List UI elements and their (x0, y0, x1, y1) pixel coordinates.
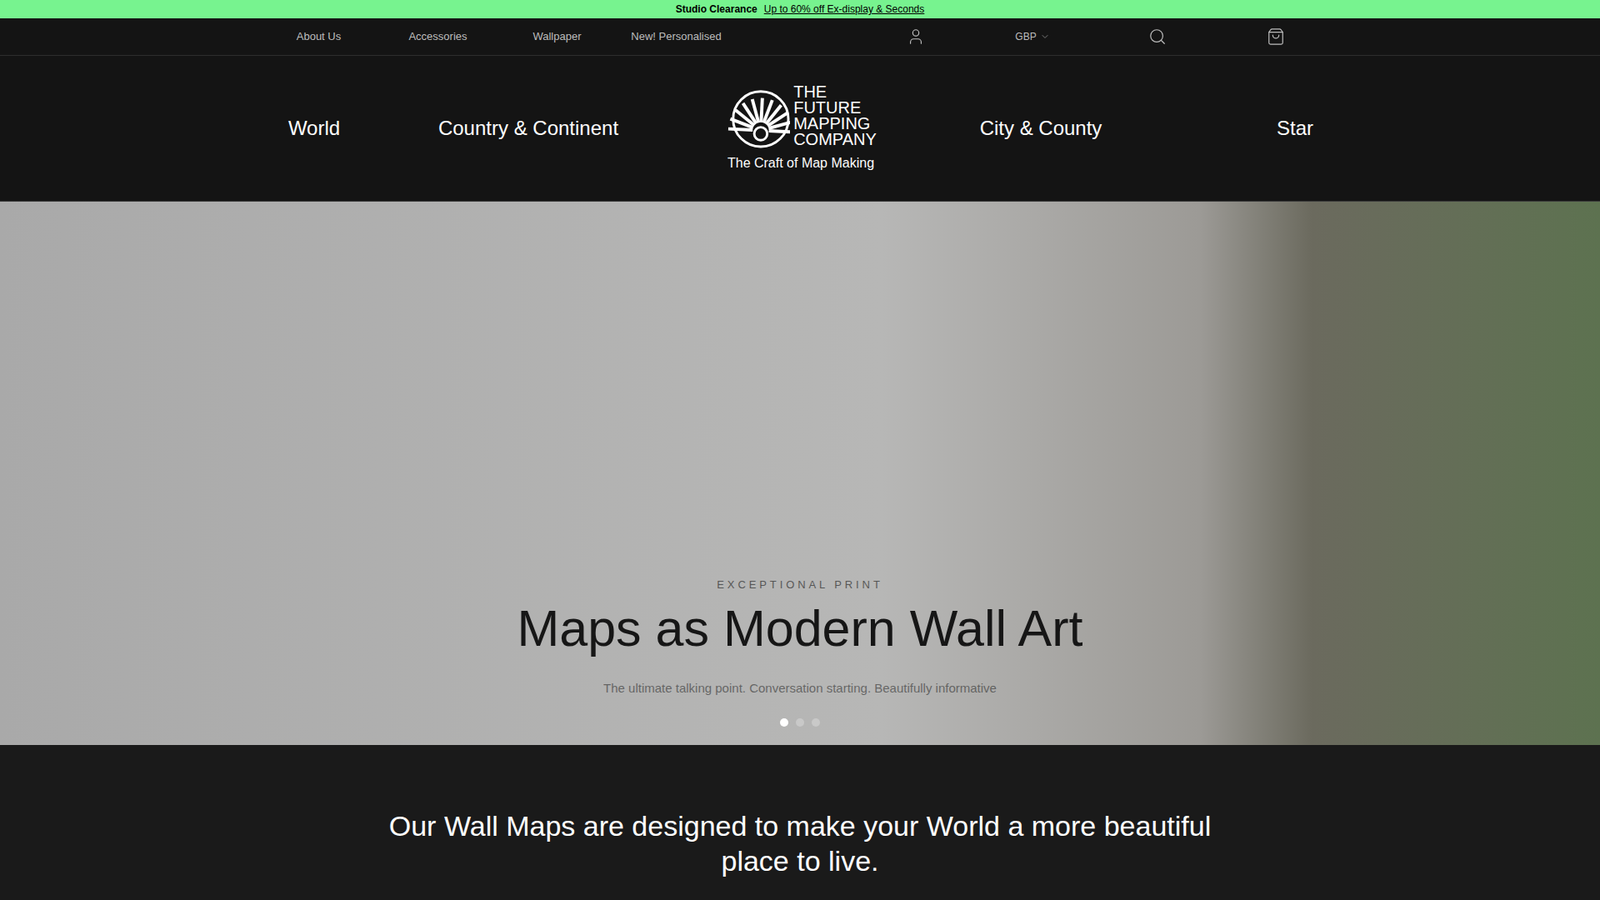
intro-section: Our Wall Maps are designed to make your … (0, 745, 1600, 900)
slider-dot[interactable] (811, 718, 820, 727)
logo-text: THE (793, 84, 877, 100)
main-nav-link[interactable]: Star (1158, 113, 1432, 144)
logo-text: MAPPING (793, 115, 877, 132)
logo-text: COMPANY (793, 131, 877, 148)
main-header: WorldCountry & ContinentTHEFUTUREMAPPING… (0, 55, 1600, 202)
main-nav-link[interactable]: Country & Continent (378, 113, 679, 144)
cart-icon[interactable] (1266, 27, 1285, 46)
utility-nav: About UsAccessoriesWallpaperNew! Persona… (0, 18, 1600, 56)
hero-slider: EXCEPTIONAL PRINT Maps as Modern Wall Art… (0, 201, 1600, 745)
promo-link[interactable]: Up to 60% off Ex-display & Seconds (764, 1, 925, 17)
hero-subtitle: The ultimate talking point. Conversation… (603, 680, 997, 697)
utility-link[interactable]: Accessories (378, 28, 498, 45)
utility-link[interactable]: About Us (259, 28, 379, 45)
slider-dot[interactable] (780, 718, 789, 727)
slider-dots (0, 718, 1600, 727)
chevron-down-icon (1040, 31, 1050, 42)
main-nav-link[interactable]: City & County (923, 113, 1159, 144)
hero-eyebrow: EXCEPTIONAL PRINT (716, 578, 883, 592)
page: Studio Clearance Up to 60% off Ex-display… (0, 0, 1600, 900)
logo[interactable]: THEFUTUREMAPPINGCOMPANY The Craft of Map … (678, 83, 924, 174)
main-nav-link[interactable]: World (250, 113, 379, 144)
intro-text: Our Wall Maps are designed to make your … (366, 808, 1234, 879)
account-icon[interactable] (906, 27, 925, 46)
logo-sunburst-icon (725, 83, 790, 149)
search-icon[interactable] (1148, 27, 1167, 46)
utility-link[interactable]: Wallpaper (497, 28, 617, 45)
currency-select[interactable]: GBP (1007, 29, 1058, 45)
promo-bar: Studio Clearance Up to 60% off Ex-display… (0, 0, 1600, 19)
utility-link[interactable]: New! Personalised (616, 28, 736, 45)
logo-tagline: The Craft of Map Making (727, 153, 875, 174)
hero-title: Maps as Modern Wall Art (516, 598, 1083, 659)
logo-text: FUTURE (793, 100, 877, 116)
slider-dot[interactable] (795, 718, 805, 727)
promo-title: Studio Clearance (675, 1, 758, 17)
